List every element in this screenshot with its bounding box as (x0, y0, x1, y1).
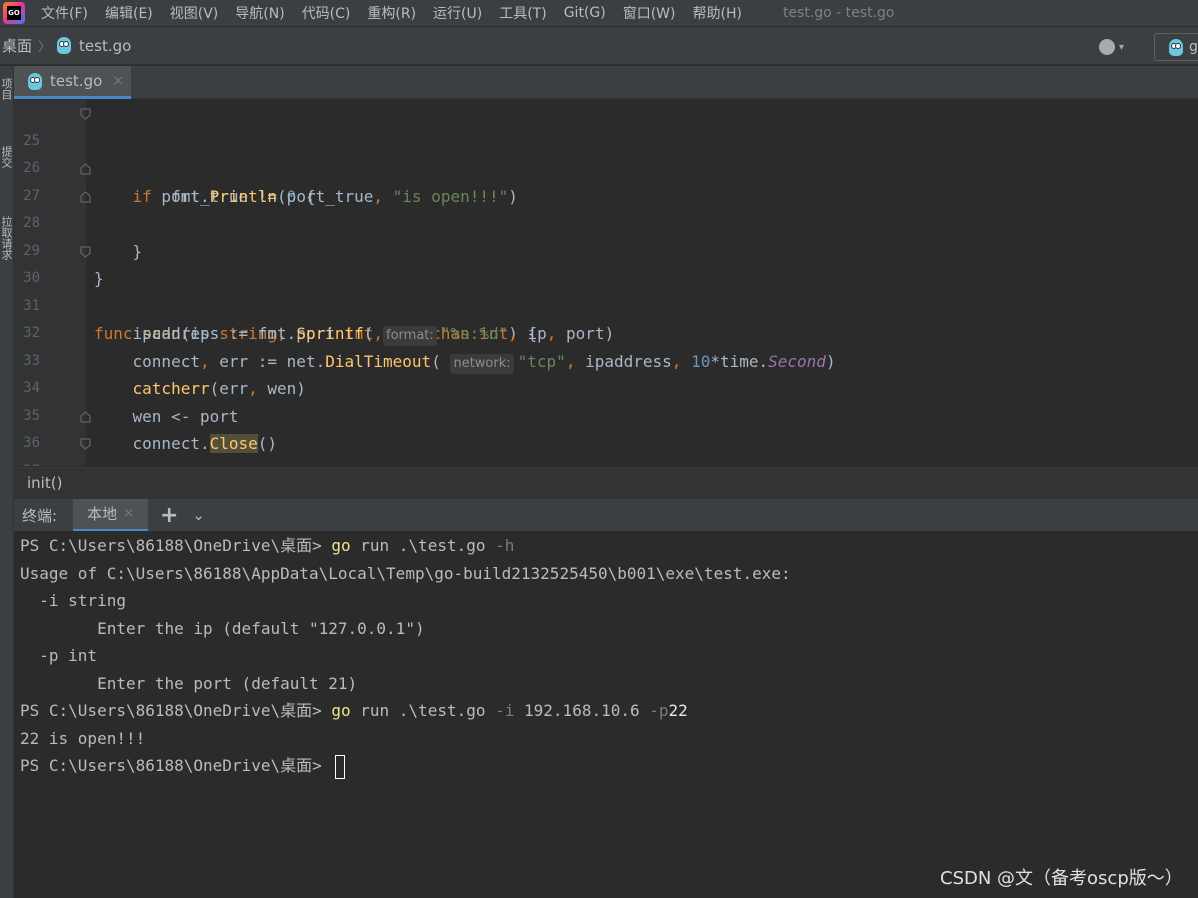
run-configuration-selector[interactable]: g (1154, 33, 1198, 61)
terminal-args: run .\test.go (350, 536, 496, 555)
breadcrumb-file[interactable]: test.go (79, 37, 131, 55)
terminal-line: PS C:\Users\86188\OneDrive\桌面> go run .\… (20, 697, 688, 725)
code-line: 28 } (14, 183, 1198, 288)
user-account-icon[interactable]: ▾ (1099, 38, 1131, 56)
terminal-args: run .\test.go (350, 701, 496, 720)
code-line: 38 if err != nil { (14, 458, 1198, 467)
code-line: 26 fmt.Println(port_true, "is open!!!") (14, 128, 1198, 206)
menu-bar: GO 文件(F) 编辑(E) 视图(V) 导航(N) 代码(C) 重构(R) 运… (0, 0, 1198, 26)
fold-icon[interactable] (80, 438, 91, 450)
terminal-tab-local[interactable]: 本地 × (73, 498, 148, 532)
terminal-output[interactable]: PS C:\Users\86188\OneDrive\桌面> go run .\… (14, 531, 1198, 898)
editor-tab-bar: test.go × (14, 66, 1198, 99)
go-file-icon (28, 72, 42, 90)
goland-logo-icon[interactable]: GO (3, 2, 25, 24)
menu-refactor[interactable]: 重构(R) (367, 3, 416, 23)
terminal-prompt: PS C:\Users\86188\OneDrive\桌面> (20, 756, 332, 775)
tool-window-commit[interactable]: 提交 (0, 146, 14, 168)
menu-file[interactable]: 文件(F) (41, 3, 88, 23)
menu-edit[interactable]: 编辑(E) (105, 3, 153, 23)
fold-icon[interactable] (80, 410, 91, 423)
menu-git[interactable]: Git(G) (564, 5, 606, 21)
terminal-flag: -i (495, 701, 515, 720)
terminal-line: -i string (20, 591, 126, 610)
code-line: 37 func catcherr(err error, wen chan int… (14, 430, 1198, 466)
code-line: 31 ipaddress := fmt.Sprintf( format: "%s:… (14, 265, 1198, 346)
add-terminal-icon[interactable]: + (160, 503, 178, 528)
code-line: 29 (14, 210, 1198, 259)
logo-text: GO (7, 6, 21, 20)
terminal-port-arg: 22 (668, 701, 688, 720)
terminal-cursor (335, 754, 346, 779)
menu-navigate[interactable]: 导航(N) (235, 3, 284, 23)
menu-window[interactable]: 窗口(W) (623, 3, 676, 23)
terminal-flag: -p (649, 701, 669, 720)
function-breadcrumb[interactable]: init() (14, 467, 1198, 498)
terminal-command: go (331, 536, 351, 555)
menu-run[interactable]: 运行(U) (433, 3, 482, 23)
chevron-down-icon[interactable]: ⌄ (192, 506, 205, 524)
terminal-header: 终端: 本地 × + ⌄ (14, 498, 1198, 532)
fold-icon[interactable] (80, 163, 91, 175)
terminal-tab-label: 本地 (87, 505, 118, 523)
terminal-command: go (331, 701, 351, 720)
terminal-flag: -h (495, 536, 515, 555)
code-line: 32 connect, err := net.DialTimeout( netw… (14, 293, 1198, 374)
fold-icon[interactable] (80, 108, 91, 120)
go-file-icon (57, 37, 72, 54)
close-icon[interactable]: × (112, 73, 124, 89)
code-line: 30 func scan(ip string, port int, wen ch… (14, 238, 1198, 343)
menu-code[interactable]: 代码(C) (302, 3, 351, 23)
terminal-ip-arg: 192.168.10.6 (514, 701, 650, 720)
code-line: 27 } (14, 155, 1198, 261)
menu-view[interactable]: 视图(V) (170, 3, 219, 23)
code-line: 25 if port_true != 0 { (14, 100, 1198, 206)
tab-test-go[interactable]: test.go × (14, 66, 131, 99)
watermark: CSDN @文（备考oscp版～） (940, 868, 1183, 889)
terminal-title: 终端: (22, 506, 58, 525)
fold-icon[interactable] (80, 246, 91, 258)
run-config-label: g (1189, 39, 1198, 55)
terminal-line: PS C:\Users\86188\OneDrive\桌面> go run .\… (20, 532, 514, 560)
breadcrumb-folder[interactable]: 桌面 (2, 35, 32, 56)
terminal-line: -p int (20, 646, 98, 665)
terminal-prompt: PS C:\Users\86188\OneDrive\桌面> (20, 536, 332, 555)
go-file-icon (1169, 38, 1183, 56)
tool-window-project[interactable]: 项目 (0, 78, 14, 100)
code-line: 33 catcherr(err, wen) (14, 320, 1198, 399)
left-tool-strip: 项目 提交 拉取请求 (0, 66, 14, 898)
fold-icon[interactable] (80, 190, 91, 203)
tab-label: test.go (50, 72, 103, 90)
menu-help[interactable]: 帮助(H) (692, 3, 741, 23)
terminal-line: Enter the ip (default "127.0.0.1") (20, 618, 425, 638)
code-line: 35 connect.Close() (14, 375, 1198, 453)
breadcrumb-separator: 〉 (38, 40, 52, 55)
code-line: 36 } (14, 403, 1198, 451)
close-icon[interactable]: × (123, 506, 134, 521)
tool-window-pull-requests[interactable]: 拉取请求 (0, 216, 14, 260)
terminal-line: Usage of C:\Users\86188\AppData\Local\Te… (20, 563, 791, 583)
terminal-line: PS C:\Users\86188\OneDrive\桌面> (20, 752, 346, 780)
menu-tools[interactable]: 工具(T) (499, 3, 546, 23)
window-title: test.go - test.go (782, 5, 895, 21)
navigation-bar: 桌面 〉 test.go ▾ g (0, 27, 1198, 65)
terminal-line: Enter the port (default 21) (20, 673, 358, 693)
terminal-line: 22 is open!!! (20, 728, 146, 748)
code-editor[interactable]: 25 if port_true != 0 { 26 fmt.Println(po… (14, 100, 1198, 466)
chevron-down-icon: ▾ (1119, 41, 1125, 53)
code-line: 34 wen <- port (14, 348, 1198, 426)
terminal-prompt: PS C:\Users\86188\OneDrive\桌面> (20, 701, 332, 720)
